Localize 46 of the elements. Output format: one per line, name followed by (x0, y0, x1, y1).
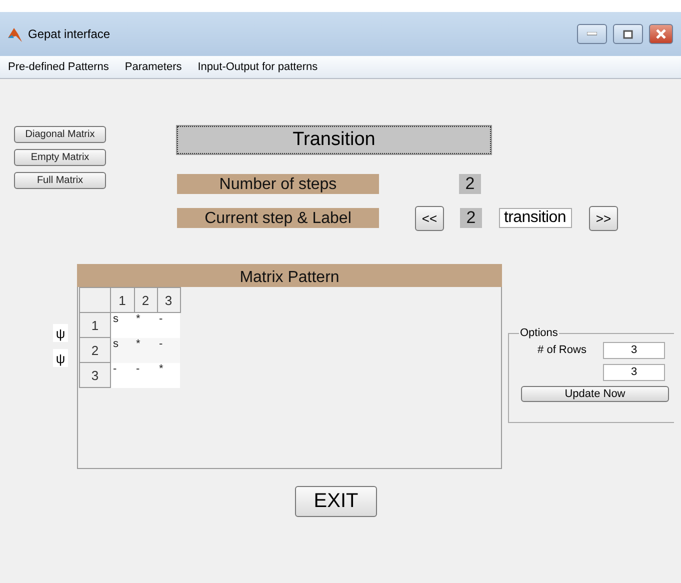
menu-item[interactable]: Pre-defined Patterns (8, 61, 109, 73)
table-cell[interactable]: - (157, 338, 180, 362)
minimize-button[interactable] (577, 24, 607, 44)
steps-label: Number of steps (177, 174, 379, 194)
maximize-icon (623, 30, 633, 38)
label-field[interactable]: transition (499, 208, 572, 228)
menu-item[interactable]: Parameters (124, 61, 182, 73)
column-header: 1 (110, 288, 134, 312)
previous-button[interactable]: << (415, 206, 444, 230)
transition-button[interactable]: Transition (177, 126, 491, 154)
value-field[interactable]: 3 (603, 364, 665, 380)
column-header: 2 (134, 288, 157, 312)
pattern-button[interactable]: Full Matrix (14, 172, 106, 189)
window-title: Gepat interface (28, 27, 112, 41)
psi-label: ψ (53, 349, 68, 367)
close-icon (656, 29, 666, 39)
menu-item[interactable]: Input-Output for patterns (198, 61, 318, 73)
app-logo-icon (8, 26, 22, 42)
pattern-button[interactable]: Empty Matrix (14, 149, 106, 166)
options-title: Options (519, 327, 559, 339)
row-header: 3 (80, 362, 110, 388)
next-button[interactable]: >> (589, 206, 618, 230)
update-now-button[interactable]: Update Now (521, 386, 669, 402)
steps-value: 2 (459, 174, 481, 194)
close-button[interactable] (649, 24, 673, 44)
table-cell[interactable]: * (134, 338, 157, 362)
current-step-label: Current step & Label (177, 208, 379, 228)
minimize-icon (587, 32, 597, 36)
table-cell[interactable]: * (157, 362, 180, 388)
table-cell[interactable]: - (134, 362, 157, 388)
current-step-value: 2 (460, 208, 482, 228)
table-cell[interactable]: s (110, 312, 134, 338)
psi-label: ψ (53, 324, 68, 342)
table-cell[interactable]: s (110, 338, 134, 362)
matrix-pattern-header: Matrix Pattern (77, 264, 502, 287)
table-cell[interactable]: * (134, 312, 157, 338)
column-header: 3 (157, 288, 180, 312)
rows-field[interactable]: 3 (603, 342, 665, 358)
exit-button[interactable]: EXIT (295, 486, 377, 517)
table-cell[interactable]: - (157, 312, 180, 338)
row-header: 2 (80, 338, 110, 362)
rows-label: # of Rows (536, 344, 588, 356)
row-header: 1 (80, 312, 110, 338)
pattern-button[interactable]: Diagonal Matrix (14, 126, 106, 143)
table-cell[interactable]: - (110, 362, 134, 388)
maximize-button[interactable] (613, 24, 643, 44)
